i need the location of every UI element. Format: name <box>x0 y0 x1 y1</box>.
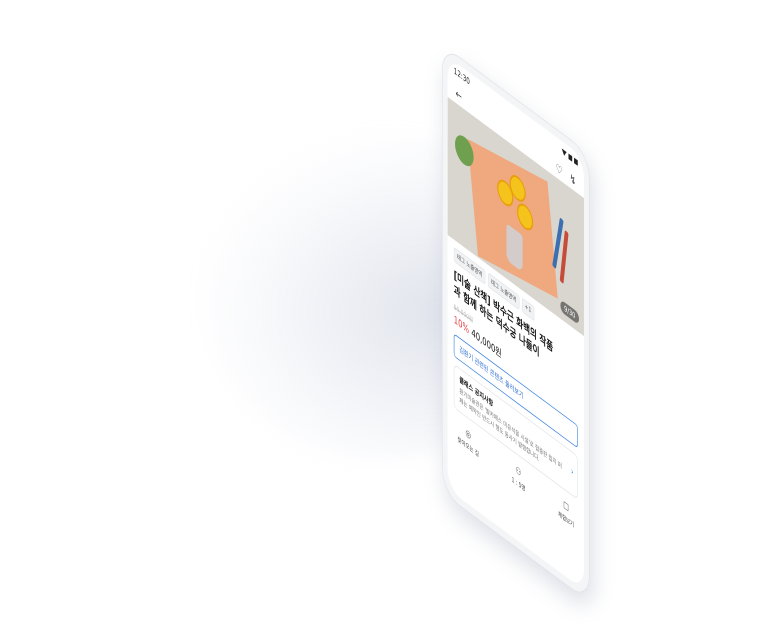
battery-icon <box>574 157 578 166</box>
image-counter: 9/30 <box>560 299 580 326</box>
chevron-right-icon: › <box>570 466 574 479</box>
leaf-shape <box>455 130 474 172</box>
mockup-scene: 12:30 ← ♡ ↯ 9/30 태그 노출영역 태그 노출영역 +1 [미술 … <box>0 0 777 641</box>
trophy-icon: ☐ <box>563 500 569 515</box>
pencil-2 <box>559 229 569 285</box>
directions-item[interactable]: ◎ 찾아오는 길 <box>458 422 479 460</box>
location-pin-icon: ◎ <box>465 427 471 442</box>
wifi-icon <box>561 148 567 158</box>
signal-icon <box>568 153 573 162</box>
phone-device: 12:30 ← ♡ ↯ 9/30 태그 노출영역 태그 노출영역 +1 [미술 … <box>442 44 590 603</box>
capacity-item: ⚇ 1 : 5명 <box>512 462 526 494</box>
people-icon: ⚇ <box>515 464 522 480</box>
tag-more[interactable]: +1 <box>521 297 535 322</box>
experience-item[interactable]: ☐ 체험보기 <box>558 496 574 530</box>
phone-screen: 12:30 ← ♡ ↯ 9/30 태그 노출영역 태그 노출영역 +1 [미술 … <box>447 56 584 591</box>
